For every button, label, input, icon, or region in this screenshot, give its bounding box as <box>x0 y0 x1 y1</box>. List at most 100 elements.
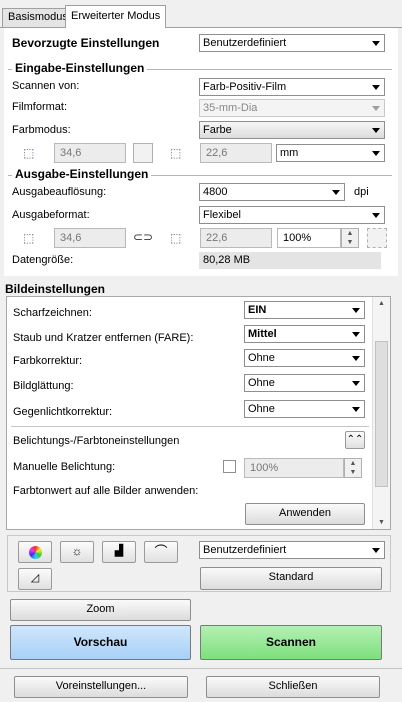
resolution-label: Ausgabeauflösung: <box>12 186 107 198</box>
chevron-down-icon <box>352 332 360 337</box>
scale-field[interactable]: 100% <box>277 228 341 248</box>
scale-stepper[interactable]: ▲ ▼ <box>341 228 359 248</box>
sharpen-select[interactable]: EIN <box>244 301 365 319</box>
color-mode-value: Farbe <box>203 124 232 136</box>
input-height-field[interactable]: 22,6 <box>200 143 272 163</box>
scale-value: 100% <box>283 232 312 244</box>
collapse-icon[interactable]: ⌃⌃ <box>345 431 365 449</box>
color-wheel-icon <box>29 546 42 559</box>
close-button-label: Schließen <box>268 680 318 692</box>
scan-from-select[interactable]: Farb-Positiv-Film <box>199 78 385 96</box>
color-palette-icon[interactable] <box>18 541 52 563</box>
preview-button-label: Vorschau <box>73 635 128 649</box>
chevron-down-icon <box>352 356 360 361</box>
fare-value: Mittel <box>248 328 277 340</box>
apply-all-label: Farbtonwert auf alle Bilder anwenden: <box>13 485 199 497</box>
smoothing-select[interactable]: Ohne <box>244 374 365 392</box>
chevron-down-icon <box>352 407 360 412</box>
scan-from-label: Scannen von: <box>12 80 80 92</box>
film-format-value: 35-mm-Dia <box>203 102 258 114</box>
chevron-up-icon[interactable]: ▲ <box>345 459 361 468</box>
link-icon[interactable]: ⊂⊃ <box>133 230 153 244</box>
preview-button[interactable]: Vorschau <box>10 625 191 660</box>
backlight-value: Ohne <box>248 403 275 415</box>
zoom-button[interactable]: Zoom <box>10 599 191 621</box>
height-icon: ⬚ <box>170 231 182 245</box>
smoothing-value: Ohne <box>248 377 275 389</box>
sharpen-value: EIN <box>248 304 267 316</box>
output-format-select[interactable]: Flexibel <box>199 206 385 224</box>
output-settings-title: Ausgabe-Einstellungen <box>12 167 152 181</box>
film-format-label: Filmformat: <box>12 101 67 113</box>
manual-exposure-stepper[interactable]: ▲ ▼ <box>344 458 362 478</box>
chevron-up-icon[interactable]: ▲ <box>342 229 358 238</box>
input-height-value: 22,6 <box>206 147 228 159</box>
preferred-settings-select[interactable]: Benutzerdefiniert <box>199 34 385 52</box>
gradation-icon[interactable]: ◿ <box>18 568 52 590</box>
presets-button[interactable]: Voreinstellungen... <box>14 676 188 698</box>
scan-button[interactable]: Scannen <box>200 625 382 660</box>
input-width-field[interactable]: 34,6 <box>54 143 126 163</box>
fit-area-icon[interactable] <box>367 228 387 248</box>
preferred-settings-value: Benutzerdefiniert <box>203 37 287 49</box>
standard-button-label: Standard <box>268 571 314 583</box>
chevron-down-icon <box>372 128 380 133</box>
chevron-down-icon <box>352 308 360 313</box>
output-width-value: 34,6 <box>60 232 82 244</box>
tab-advanced-label: Erweiterter Modus <box>71 10 161 22</box>
color-correction-select[interactable]: Ohne <box>244 349 365 367</box>
swap-orientation-icon[interactable] <box>133 143 153 163</box>
tone-curve-icon[interactable]: ⌒ <box>144 541 178 563</box>
scan-button-label: Scannen <box>265 635 316 649</box>
resolution-value: 4800 <box>203 186 228 198</box>
manual-exposure-field[interactable]: 100% <box>244 458 344 478</box>
histogram-icon[interactable]: ▟ <box>102 541 136 563</box>
chevron-up-icon[interactable]: ▲ <box>378 300 385 307</box>
chevron-down-icon <box>372 151 380 156</box>
scrollbar-thumb[interactable] <box>375 341 388 487</box>
chevron-down-icon <box>372 106 380 111</box>
fare-select[interactable]: Mittel <box>244 325 365 343</box>
exposure-section-label: Belichtungs-/Farbtoneinstellungen <box>13 435 180 447</box>
tool-preset-select[interactable]: Benutzerdefiniert <box>199 541 385 559</box>
tool-preset-value: Benutzerdefiniert <box>203 544 287 556</box>
unit-value: mm <box>280 147 299 159</box>
backlight-label: Gegenlichtkorrektur: <box>13 406 113 418</box>
close-button[interactable]: Schließen <box>206 676 380 698</box>
manual-exposure-checkbox[interactable] <box>223 460 236 473</box>
apply-button-label: Anwenden <box>279 507 331 519</box>
chevron-down-icon <box>332 190 340 195</box>
manual-exposure-label: Manuelle Belichtung: <box>13 461 116 473</box>
output-format-value: Flexibel <box>203 209 241 221</box>
backlight-select[interactable]: Ohne <box>244 400 365 418</box>
scan-from-value: Farb-Positiv-Film <box>203 81 287 93</box>
color-mode-select[interactable]: Farbe <box>199 121 385 139</box>
color-mode-label: Farbmodus: <box>12 124 71 136</box>
width-icon: ⬚ <box>23 231 35 245</box>
output-height-field[interactable]: 22,6 <box>200 228 272 248</box>
preferred-settings-label: Bevorzugte Einstellungen <box>12 36 160 50</box>
chevron-down-icon <box>372 85 380 90</box>
divider <box>0 668 402 669</box>
apply-button[interactable]: Anwenden <box>245 503 365 525</box>
output-width-field[interactable]: 34,6 <box>54 228 126 248</box>
film-format-select[interactable]: 35-mm-Dia <box>199 99 385 117</box>
brightness-icon[interactable]: ☼ <box>60 541 94 563</box>
image-settings-title: Bildeinstellungen <box>5 282 106 296</box>
chevron-down-icon <box>372 548 380 553</box>
tab-basic-label: Basismodus <box>8 11 68 23</box>
standard-button[interactable]: Standard <box>200 567 382 590</box>
unit-select[interactable]: mm <box>276 144 385 162</box>
chevron-down-icon <box>372 213 380 218</box>
resolution-select[interactable]: 4800 <box>199 183 345 201</box>
tab-basic-mode[interactable]: Basismodus <box>2 8 74 27</box>
image-settings-scrollbar[interactable]: ▲ ▼ <box>372 297 390 529</box>
datasize-value: 80,28 MB <box>199 252 381 269</box>
tab-advanced-mode[interactable]: Erweiterter Modus <box>65 5 167 28</box>
output-format-label: Ausgabeformat: <box>12 209 90 221</box>
chevron-down-icon[interactable]: ▼ <box>378 519 385 526</box>
chevron-down-icon[interactable]: ▼ <box>342 238 358 247</box>
chevron-down-icon[interactable]: ▼ <box>345 468 361 477</box>
divider <box>11 426 369 427</box>
color-correction-label: Farbkorrektur: <box>13 355 83 367</box>
